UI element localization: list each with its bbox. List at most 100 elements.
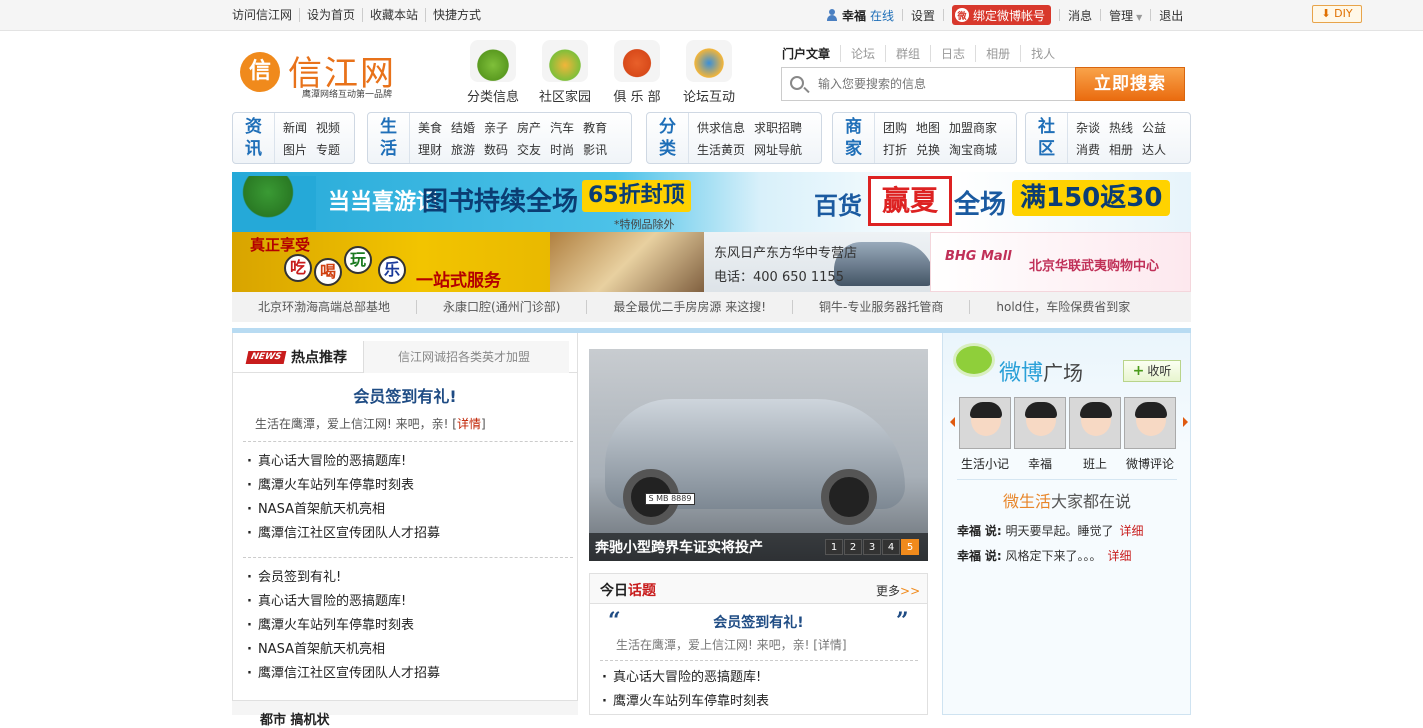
search-tab-album[interactable]: 相册 xyxy=(975,45,1020,62)
nav-link[interactable]: 影讯 xyxy=(583,139,607,161)
nav-link[interactable]: 消费 xyxy=(1076,139,1100,161)
banner-fun[interactable]: 真正享受 吃 喝 玩 乐 一站式服务 xyxy=(232,232,704,292)
search-input[interactable] xyxy=(818,75,1068,93)
nav-link[interactable]: 视频 xyxy=(316,117,340,139)
list-item[interactable]: 鹰潭信江社区宣传团队人才招募 xyxy=(247,662,440,686)
nav-link[interactable]: 专题 xyxy=(316,139,340,161)
quick-classified[interactable]: 分类信息 xyxy=(461,40,525,105)
shortcut-link[interactable]: 快捷方式 xyxy=(425,8,488,22)
search-tab-groups[interactable]: 群组 xyxy=(885,45,930,62)
detail-link[interactable]: 详细 xyxy=(1108,549,1132,563)
user-name-link[interactable]: 幸福 xyxy=(842,7,866,24)
nav-link[interactable]: 团购 xyxy=(883,117,907,139)
arrow-right-icon[interactable] xyxy=(1183,417,1188,427)
search-tab-blog[interactable]: 日志 xyxy=(930,45,975,62)
quick-forum[interactable]: 论坛互动 xyxy=(677,40,741,105)
weibo-post: 幸福 说: 风格定下来了。。。 详细 xyxy=(957,549,1132,563)
search-tab-forum[interactable]: 论坛 xyxy=(840,45,885,62)
nav-link[interactable]: 数码 xyxy=(484,139,508,161)
tab-recruit[interactable]: 信江网诚招各类英才加盟 xyxy=(363,341,569,373)
slide-page-4[interactable]: 4 xyxy=(882,539,900,555)
follow-button[interactable]: + 收听 xyxy=(1123,360,1181,382)
slide-page-3[interactable]: 3 xyxy=(863,539,881,555)
nav-link[interactable]: 达人 xyxy=(1142,139,1166,161)
nav-link[interactable]: 淘宝商城 xyxy=(949,139,997,161)
nav-link[interactable]: 教育 xyxy=(583,117,607,139)
diy-button[interactable]: ⬇ DIY xyxy=(1312,5,1362,23)
nav-link[interactable]: 地图 xyxy=(916,117,940,139)
nav-link[interactable]: 杂谈 xyxy=(1076,117,1100,139)
nav-link[interactable]: 汽车 xyxy=(550,117,574,139)
tab-hot[interactable]: 热点推荐 xyxy=(291,347,347,367)
slide-page-2[interactable]: 2 xyxy=(844,539,862,555)
text-ad-link[interactable]: 铜牛-专业服务器托管商 xyxy=(792,300,969,314)
weibo-user[interactable]: 幸福 xyxy=(1014,397,1066,472)
slide-page-1[interactable]: 1 xyxy=(825,539,843,555)
nav-link[interactable]: 理财 xyxy=(418,139,442,161)
nav-link[interactable]: 供求信息 xyxy=(697,117,745,139)
text-ad-link[interactable]: 最全最优二手房房源 来这搜! xyxy=(586,300,792,314)
nav-link[interactable]: 结婚 xyxy=(451,117,475,139)
banner-dangdang[interactable]: 当当喜游记 图书持续全场 65折封顶 *特例品除外 百货 赢夏 全场 满150返… xyxy=(232,172,1191,232)
list-item[interactable]: 会员签到有礼! xyxy=(247,566,440,590)
nav-link[interactable]: 时尚 xyxy=(550,139,574,161)
list-item[interactable]: 鹰潭火车站列车停靠时刻表 xyxy=(602,690,769,714)
nav-link[interactable]: 打折 xyxy=(883,139,907,161)
list-item[interactable]: 真心话大冒险的恶搞题库! xyxy=(247,590,440,614)
search-button[interactable]: 立即搜索 xyxy=(1075,67,1185,101)
list-item[interactable]: 鹰潭火车站列车停靠时刻表 xyxy=(247,614,440,638)
nav-link[interactable]: 亲子 xyxy=(484,117,508,139)
nav-link[interactable]: 热线 xyxy=(1109,117,1133,139)
nav-link[interactable]: 相册 xyxy=(1109,139,1133,161)
weibo-user[interactable]: 生活小记 xyxy=(959,397,1011,472)
search-tab-people[interactable]: 找人 xyxy=(1020,45,1065,62)
nav-link[interactable]: 网址导航 xyxy=(754,139,802,161)
slide-page-5[interactable]: 5 xyxy=(901,539,919,555)
nav-link[interactable]: 新闻 xyxy=(283,117,307,139)
topic-headline[interactable]: 会员签到有礼! xyxy=(590,612,927,632)
nav-link[interactable]: 旅游 xyxy=(451,139,475,161)
nav-link[interactable]: 求职招聘 xyxy=(754,117,802,139)
nav-link[interactable]: 生活黄页 xyxy=(697,139,745,161)
nav-link[interactable]: 图片 xyxy=(283,139,307,161)
text-ad-link[interactable]: 永康口腔(通州门诊部) xyxy=(416,300,586,314)
weibo-user[interactable]: 班上 xyxy=(1069,397,1121,472)
banner-bhg[interactable]: BHG Mall 北京华联武夷购物中心 xyxy=(930,232,1191,292)
list-item[interactable]: NASA首架航天机亮相 xyxy=(247,498,440,522)
detail-link[interactable]: 详细 xyxy=(1120,524,1144,538)
text-ad-link[interactable]: hold住，车险保费省到家 xyxy=(969,300,1156,314)
quick-club[interactable]: 俱 乐 部 xyxy=(605,40,669,105)
nav-link[interactable]: 交友 xyxy=(517,139,541,161)
quick-community[interactable]: 社区家园 xyxy=(533,40,597,105)
nav-link[interactable]: 兑换 xyxy=(916,139,940,161)
list-item[interactable]: NASA首架航天机亮相 xyxy=(247,638,440,662)
bookmark-link[interactable]: 收藏本站 xyxy=(362,8,425,22)
hot-headline[interactable]: 会员签到有礼! xyxy=(233,383,577,407)
arrow-left-icon[interactable] xyxy=(950,417,955,427)
weibo-user[interactable]: 微博评论 xyxy=(1124,397,1176,472)
list-item[interactable]: 鹰潭信江社区宣传团队人才招募 xyxy=(247,522,440,546)
search-tab-articles[interactable]: 门户文章 xyxy=(782,45,840,62)
visit-site-link[interactable]: 访问信江网 xyxy=(232,8,299,22)
list-item[interactable]: 真心话大冒险的恶搞题库! xyxy=(602,666,769,690)
text-ad-link[interactable]: 北京环渤海高端总部基地 xyxy=(232,300,416,314)
logout-link[interactable]: 退出 xyxy=(1159,7,1183,24)
nav-link[interactable]: 美食 xyxy=(418,117,442,139)
slide-caption[interactable]: 奔驰小型跨界车证实将投产 xyxy=(595,537,763,557)
set-homepage-link[interactable]: 设为首页 xyxy=(299,8,362,22)
list-item[interactable]: 真心话大冒险的恶搞题库! xyxy=(247,450,440,474)
site-logo[interactable]: 信 信江网 鹰潭网络互动第一品牌 xyxy=(236,44,426,102)
banner-nissan[interactable]: 东风日产东方华中专营店 电话：400 650 1155 xyxy=(704,232,930,292)
topic-more-link[interactable]: 更多>> xyxy=(876,582,920,599)
nav-link[interactable]: 公益 xyxy=(1142,117,1166,139)
photo-slider[interactable]: S MB 8889 奔驰小型跨界车证实将投产 1 2 3 4 5 xyxy=(589,349,928,561)
detail-link[interactable]: 详情 xyxy=(457,417,481,431)
messages-link[interactable]: 消息 xyxy=(1068,7,1092,24)
manage-menu[interactable]: 管理 ▼ xyxy=(1109,7,1142,24)
online-status[interactable]: 在线 xyxy=(870,7,894,24)
list-item[interactable]: 鹰潭火车站列车停靠时刻表 xyxy=(247,474,440,498)
settings-link[interactable]: 设置 xyxy=(911,7,935,24)
nav-link[interactable]: 房产 xyxy=(517,117,541,139)
nav-link[interactable]: 加盟商家 xyxy=(949,117,997,139)
bind-weibo-button[interactable]: 微 绑定微博帐号 xyxy=(952,5,1052,25)
